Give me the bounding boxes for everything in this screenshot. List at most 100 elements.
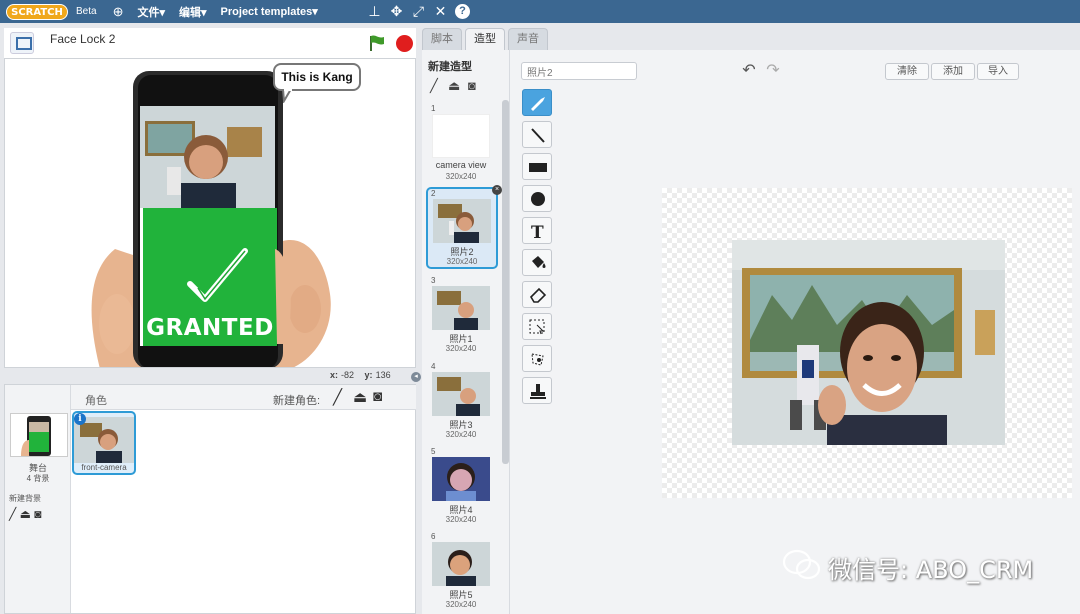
y-value: 136 <box>375 370 391 380</box>
delete-costume-icon[interactable]: × <box>492 185 502 195</box>
costume-thumbnail <box>433 199 491 243</box>
costume-item[interactable]: 3 照片1 320x240 <box>428 276 494 356</box>
camera-sprite-icon[interactable]: ◙ <box>373 388 382 405</box>
menu-file[interactable]: 文件▾ <box>137 4 165 20</box>
costume-photo <box>732 240 1005 445</box>
costume-index: 5 <box>431 447 436 456</box>
info-icon[interactable]: i <box>74 413 86 425</box>
fill-icon <box>532 256 546 268</box>
menu-edit[interactable]: 编辑▾ <box>179 4 207 20</box>
reshape-tool[interactable] <box>522 345 552 372</box>
sprite-pane: 舞台 4 背景 新建背景 ╱ ⏏ ◙ 角色 新建角色: ╱ ⏏ ◙ i fron… <box>4 384 416 614</box>
costume-index: 3 <box>431 276 436 285</box>
rectangle-tool[interactable] <box>522 153 552 180</box>
costume-name-field[interactable] <box>521 62 637 80</box>
select-tool[interactable] <box>522 313 552 340</box>
stop-button[interactable] <box>396 35 413 52</box>
paint-backdrop-icon[interactable]: ╱ <box>9 507 16 521</box>
costume-scrollbar[interactable] <box>502 100 509 464</box>
import-button[interactable]: 导入 <box>977 63 1019 80</box>
costume-list: 新建造型 ╱ ⏏ ◙ 1 camera view 320x240 2 照片2 3… <box>422 50 510 614</box>
costume-item[interactable]: 6 照片5 320x240 <box>428 532 494 612</box>
undo-icon[interactable]: ↶ <box>740 62 758 80</box>
green-flag-icon[interactable] <box>368 34 386 52</box>
beta-label: Beta <box>76 6 97 17</box>
costume-item[interactable]: 4 照片3 320x240 <box>428 362 494 442</box>
costume-index: 4 <box>431 362 436 371</box>
menu-project-templates[interactable]: Project templates▾ <box>221 5 318 18</box>
stamp-tool[interactable] <box>522 377 552 404</box>
costume-thumbnail <box>432 457 490 501</box>
globe-icon[interactable]: ⊕ <box>113 4 124 20</box>
wechat-icon <box>782 549 821 580</box>
costume-size: 320x240 <box>445 600 477 609</box>
brush-icon <box>531 97 545 111</box>
new-costume-label: 新建造型 <box>428 61 472 73</box>
sprite-item[interactable]: i front-camera <box>72 411 136 475</box>
new-backdrop-tools: ╱ ⏏ ◙ <box>9 507 42 521</box>
tab-scripts[interactable]: 脚本 <box>422 28 462 50</box>
costume-thumbnail <box>432 286 490 330</box>
tab-costumes[interactable]: 造型 <box>465 28 505 50</box>
y-label: y: <box>364 370 373 380</box>
paint-sprite-icon[interactable]: ╱ <box>333 388 342 406</box>
line-tool[interactable] <box>522 121 552 148</box>
costume-thumbnail <box>432 372 490 416</box>
costume-item[interactable]: 5 照片4 320x240 <box>428 447 494 527</box>
stamp-icon <box>530 384 546 399</box>
camera-backdrop-icon[interactable]: ◙ <box>34 507 41 521</box>
collapse-stage-button[interactable]: ◂ <box>411 372 421 382</box>
rectangle-icon <box>529 163 547 172</box>
watermark-text: 微信号: ABO_CRM <box>828 556 1034 584</box>
grow-icon[interactable]: ✥ <box>389 4 404 19</box>
speech-bubble-tail <box>281 89 293 103</box>
stage-column: 舞台 4 背景 新建背景 ╱ ⏏ ◙ <box>5 385 71 613</box>
help-icon[interactable]: ? <box>455 4 470 19</box>
clear-button[interactable]: 清除 <box>885 63 929 80</box>
costume-size: 320x240 <box>445 430 477 439</box>
fill-tool[interactable] <box>522 249 552 276</box>
add-button[interactable]: 添加 <box>931 63 975 80</box>
sprite-name: front-camera <box>81 463 127 472</box>
brush-tool[interactable] <box>522 89 552 116</box>
paint-costume-icon[interactable]: ╱ <box>430 78 438 94</box>
ellipse-tool[interactable] <box>522 185 552 212</box>
stage-thumbnail[interactable] <box>10 413 68 457</box>
upload-sprite-icon[interactable]: ⏏ <box>353 388 367 406</box>
text-tool[interactable]: T <box>522 217 552 244</box>
speech-bubble: This is Kang <box>273 63 361 91</box>
eraser-icon <box>529 287 547 303</box>
stage[interactable]: GRANTED This is Kang <box>4 58 416 368</box>
eraser-tool[interactable] <box>522 281 552 308</box>
costume-item-selected[interactable]: 2 照片2 320x240 × <box>426 185 502 269</box>
reshape-icon <box>531 353 544 366</box>
x-label: x: <box>330 370 339 380</box>
upload-costume-icon[interactable]: ⏏ <box>448 78 460 94</box>
presentation-mode-button[interactable] <box>10 32 34 54</box>
backdrop-count: 4 背景 <box>26 474 50 483</box>
sprites-label: 角色 <box>85 395 107 407</box>
new-sprite-label: 新建角色: <box>273 395 321 407</box>
project-title[interactable]: Face Lock 2 <box>50 32 115 46</box>
select-icon <box>529 319 545 335</box>
scratch-logo[interactable]: SCRATCH <box>6 3 68 20</box>
upload-backdrop-icon[interactable]: ⏏ <box>20 507 31 521</box>
text-icon: T <box>531 223 544 239</box>
redo-icon[interactable]: ↷ <box>764 62 782 80</box>
menu-bar: SCRATCH Beta ⊕ 文件▾ 编辑▾ Project templates… <box>0 0 1080 23</box>
camera-costume-icon[interactable]: ◙ <box>468 78 476 93</box>
costume-item[interactable]: 1 camera view 320x240 <box>428 104 494 184</box>
costume-name: camera view <box>435 160 487 170</box>
shrink-icon[interactable]: ✕ <box>433 4 448 19</box>
expand-icon[interactable]: ⤢ <box>411 4 426 19</box>
stage-header: Face Lock 2 <box>4 28 416 58</box>
costume-index: 1 <box>431 104 436 113</box>
costume-size: 320x240 <box>446 257 478 266</box>
costume-size: 320x240 <box>445 172 477 181</box>
costume-index: 2 <box>431 189 436 198</box>
editor-tabs: 脚本 造型 声音 <box>422 28 551 50</box>
tab-sounds[interactable]: 声音 <box>508 28 548 50</box>
mouse-coordinates: x: -82 y: 136 <box>330 370 391 380</box>
stamp-icon[interactable]: ⊥ <box>367 4 382 19</box>
costume-index: 6 <box>431 532 436 541</box>
